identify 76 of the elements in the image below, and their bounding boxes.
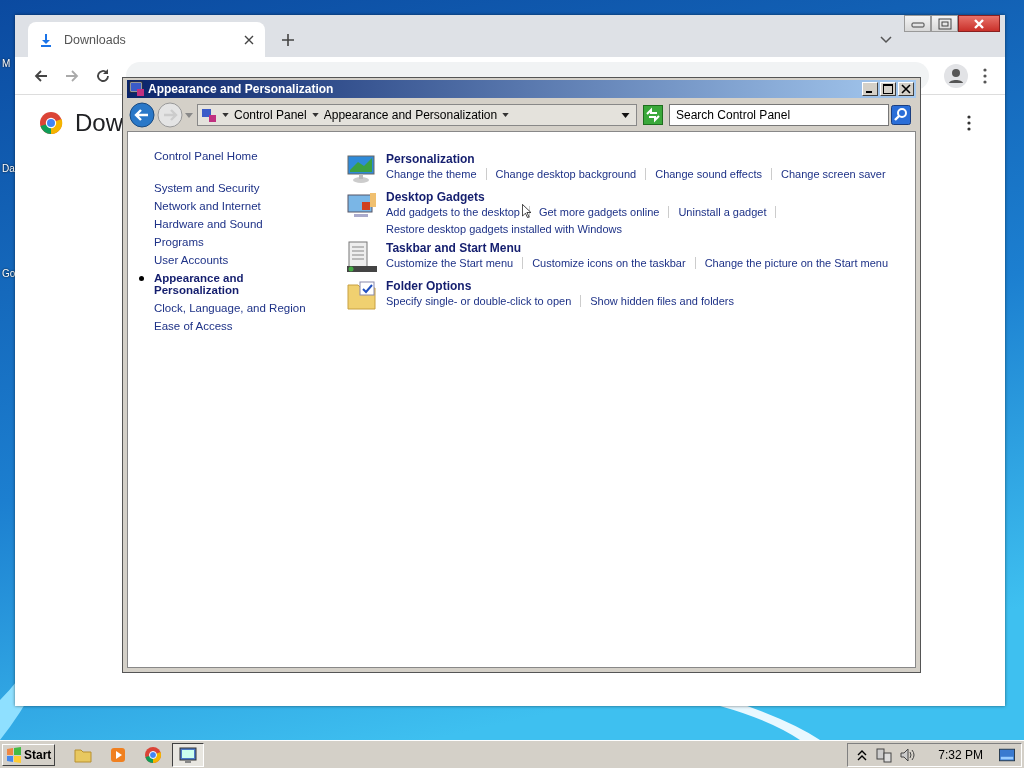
nav-link[interactable]: Control Panel Home [154,150,258,162]
browser-tab[interactable]: Downloads [28,22,265,57]
restore-icon [937,17,952,30]
task-link[interactable]: Show hidden files and folders [590,295,743,307]
task-link[interactable]: Change sound effects [655,168,772,180]
monitor-icon [179,746,198,764]
chevron-down-icon[interactable] [880,36,892,44]
category-title-link[interactable]: Desktop Gadgets [386,190,485,204]
back-arrow-icon[interactable] [33,67,49,84]
folder-icon [74,746,93,764]
folder-icon[interactable] [346,279,378,311]
taskbar-app-button[interactable] [172,743,205,767]
dropdown-arrow-icon[interactable] [311,113,319,117]
minimize-icon [910,19,925,28]
control-panel-icon [129,81,145,97]
close-button[interactable] [958,15,1000,32]
category-title-link[interactable]: Personalization [386,152,475,166]
mouse-cursor-icon [522,204,531,218]
nav-link[interactable]: Clock, Language, and Region [154,302,306,314]
task-link[interactable]: Restore desktop gadgets installed with Windows [386,223,631,235]
speaker-icon[interactable] [900,747,917,763]
dropdown-arrow-icon[interactable] [222,113,229,117]
category-title-link[interactable]: Folder Options [386,279,472,293]
task-link[interactable]: Customize icons on the taskbar [532,257,696,269]
search-field[interactable]: Search Control Panel [669,104,889,126]
nav-link[interactable]: Appearance and Personalization [154,272,274,296]
control-panel-icon [201,107,217,123]
chevron-up-icon[interactable] [856,749,869,761]
back-button-icon[interactable] [129,102,155,128]
task-link[interactable]: Specify single- or double-click to open [386,295,582,307]
desktop-icon-label[interactable]: M [2,58,11,69]
breadcrumb-item[interactable]: Control Panel [234,108,307,122]
task-link[interactable]: Customize the Start menu [386,257,524,269]
media-player-icon [109,746,128,764]
refresh-button-icon[interactable] [643,105,663,125]
category-title-link[interactable]: Taskbar and Start Menu [386,241,522,255]
desktop-icon-label[interactable]: Go [2,268,16,279]
title-bar: Appearance and Personalization [127,80,916,98]
network-icon[interactable] [876,747,893,763]
close-icon [901,84,911,94]
dropdown-arrow-icon[interactable] [502,113,510,117]
taskbar-icon[interactable] [346,241,378,273]
task-link[interactable]: Change screen saver [781,168,895,180]
close-icon[interactable] [243,33,255,46]
menu-icon[interactable] [983,67,987,84]
clock[interactable]: 7:32 PM [938,748,983,762]
task-link[interactable]: Change the theme [386,168,487,180]
maximize-icon [883,84,893,94]
new-tab-icon[interactable] [281,33,295,47]
profile-avatar-icon[interactable] [944,63,968,88]
search-icon[interactable] [891,105,911,125]
more-options-icon[interactable] [967,115,971,131]
page-heading: Dow [75,109,123,137]
nav-link[interactable]: Ease of Access [154,320,233,332]
desktop-icon-label[interactable]: Da [2,163,15,174]
monitor-icon[interactable] [346,152,378,184]
task-link[interactable]: Change desktop background [495,168,647,180]
nav-link[interactable]: Programs [154,236,204,248]
show-desktop-icon[interactable] [999,747,1015,763]
task-link[interactable]: Get more gadgets online [538,206,670,218]
nav-link[interactable]: System and Security [154,182,260,194]
breadcrumb-item[interactable]: Appearance and Personalization [323,108,498,122]
nav-link[interactable]: Network and Internet [154,200,261,212]
windows-logo-icon [6,747,22,763]
reload-icon[interactable] [95,67,111,84]
start-button[interactable]: Start [2,744,56,766]
download-icon [38,31,54,48]
address-bar[interactable]: Control Panel Appearance and Personalization [197,104,637,126]
nav-link[interactable]: User Accounts [154,254,229,266]
task-link[interactable]: Uninstall a gadget [678,206,777,218]
browser-logo-icon [144,746,163,764]
task-link[interactable]: Change the picture on the Start menu [704,257,898,269]
close-icon [973,17,985,30]
nav-link[interactable]: Hardware and Sound [154,218,263,230]
browser-logo-icon [39,111,63,135]
history-dropdown-icon[interactable] [621,112,630,118]
